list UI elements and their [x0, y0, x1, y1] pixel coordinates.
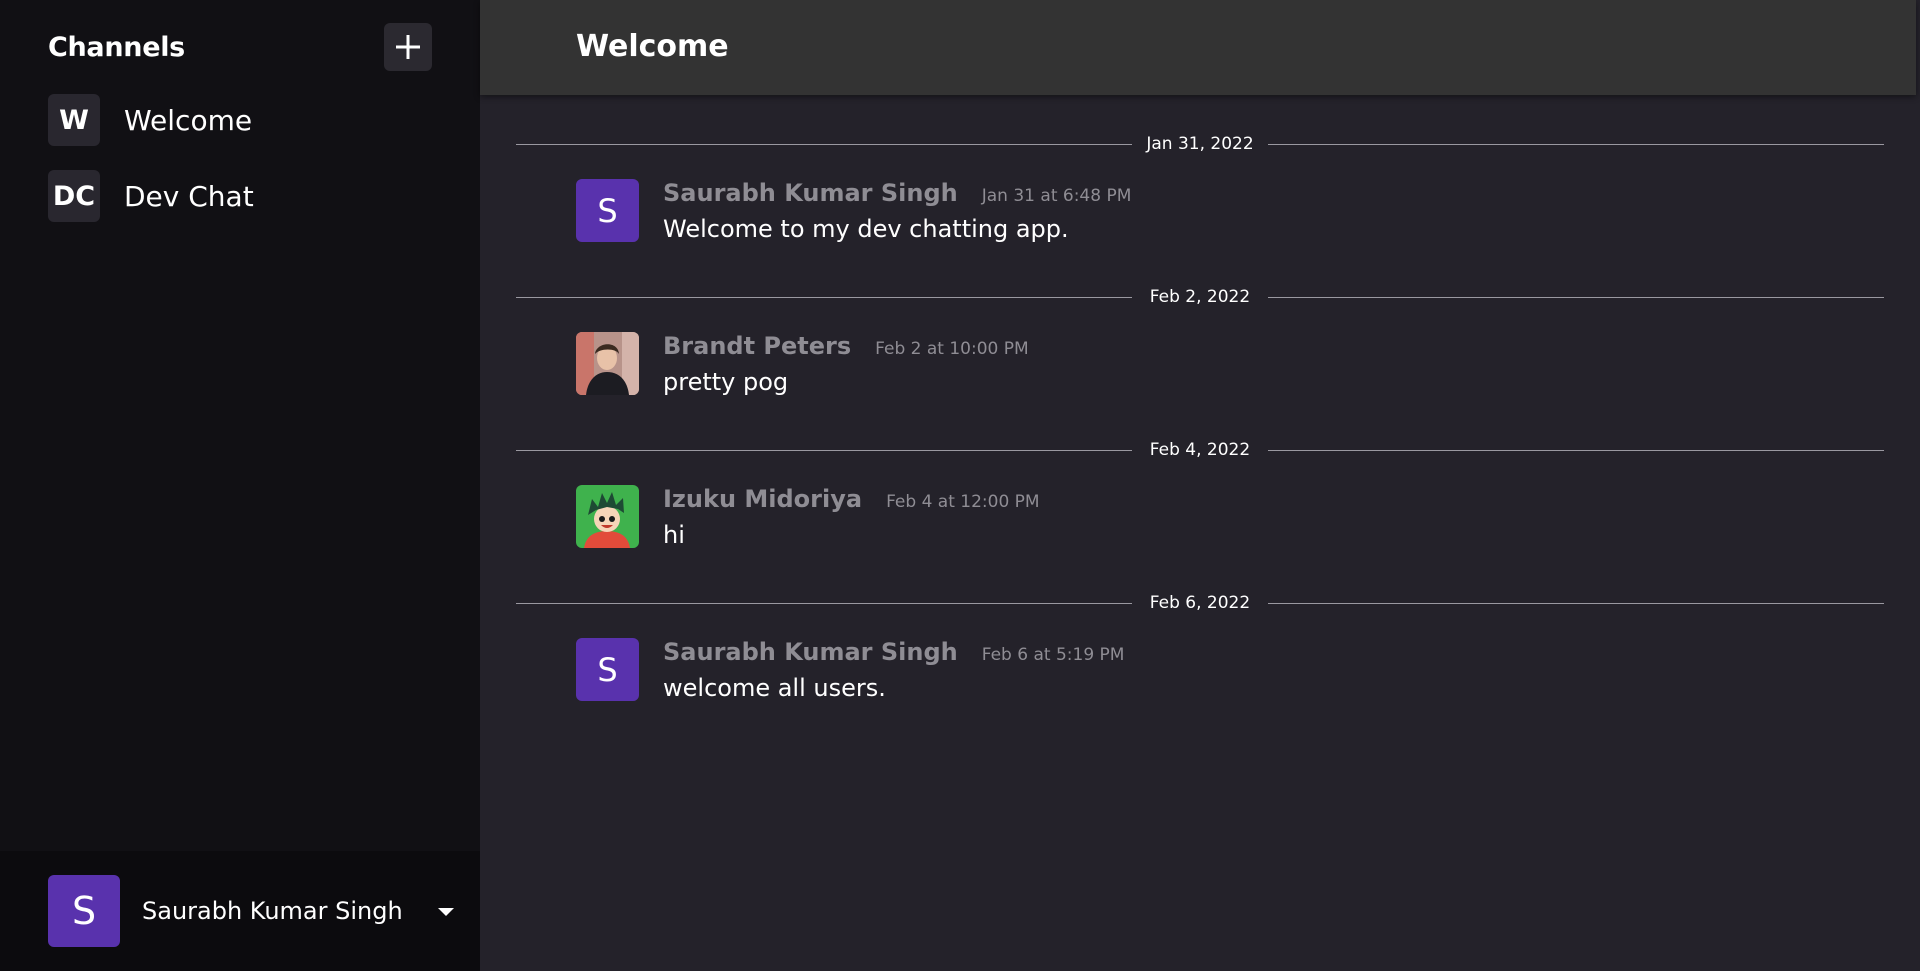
message-body: Izuku Midoriya Feb 4 at 12:00 PM hi [663, 485, 1040, 579]
channel-header: Welcome [480, 0, 1916, 95]
date-label: Jan 31, 2022 [1146, 134, 1254, 154]
message-item: Izuku Midoriya Feb 4 at 12:00 PM hi [516, 474, 1884, 579]
channel-list: W Welcome DC Dev Chat [48, 94, 432, 246]
caret-down-icon[interactable] [437, 902, 455, 921]
message-timestamp: Feb 2 at 10:00 PM [875, 339, 1029, 359]
date-divider: Jan 31, 2022 [516, 120, 1884, 168]
sidebar-header: Channels [48, 22, 432, 72]
channel-name: Welcome [124, 103, 253, 137]
message-author[interactable]: Brandt Peters [663, 332, 851, 360]
divider-line [1268, 296, 1884, 298]
message-item: S Saurabh Kumar Singh Jan 31 at 6:48 PM … [516, 168, 1884, 273]
channel-badge: DC [48, 170, 100, 222]
channel-name: Dev Chat [124, 179, 254, 213]
message-header: Saurabh Kumar Singh Jan 31 at 6:48 PM [663, 179, 1131, 215]
avatar-photo[interactable] [576, 485, 639, 548]
user-name: Saurabh Kumar Singh [142, 897, 403, 925]
avatar[interactable]: S [576, 179, 639, 242]
avatar-photo[interactable] [576, 332, 639, 395]
date-divider: Feb 2, 2022 [516, 273, 1884, 321]
sidebar: Channels W Welcome DC Dev Chat S Saurabh… [0, 0, 480, 971]
divider-line [1268, 449, 1884, 451]
divider-line [1268, 143, 1884, 145]
message-author[interactable]: Saurabh Kumar Singh [663, 179, 958, 207]
channel-item-dev-chat[interactable]: DC Dev Chat [48, 170, 432, 222]
message-body: Saurabh Kumar Singh Feb 6 at 5:19 PM wel… [663, 638, 1124, 732]
sidebar-title: Channels [48, 31, 185, 63]
date-label: Feb 2, 2022 [1149, 287, 1251, 307]
current-user-bar: S Saurabh Kumar Singh [0, 851, 480, 971]
date-divider: Feb 6, 2022 [516, 579, 1884, 627]
message-text: hi [663, 521, 685, 549]
message-text: welcome all users. [663, 674, 886, 702]
divider-line [516, 449, 1132, 451]
message-header: Izuku Midoriya Feb 4 at 12:00 PM [663, 485, 1040, 521]
divider-line [516, 143, 1132, 145]
chat-main: Welcome Jan 31, 2022 S Saurabh Kumar Sin… [480, 0, 1920, 971]
message-author[interactable]: Saurabh Kumar Singh [663, 638, 958, 666]
message-author[interactable]: Izuku Midoriya [663, 485, 862, 513]
date-label: Feb 4, 2022 [1149, 440, 1251, 460]
message-text: pretty pog [663, 368, 789, 396]
message-item: S Saurabh Kumar Singh Feb 6 at 5:19 PM w… [516, 627, 1884, 732]
plus-icon [396, 35, 420, 59]
message-timestamp: Feb 6 at 5:19 PM [981, 645, 1125, 665]
message-header: Saurabh Kumar Singh Feb 6 at 5:19 PM [663, 638, 1124, 674]
message-body: Saurabh Kumar Singh Jan 31 at 6:48 PM We… [663, 179, 1131, 273]
channel-title: Welcome [576, 29, 729, 64]
divider-line [516, 296, 1132, 298]
divider-line [1268, 602, 1884, 604]
add-channel-button[interactable] [384, 23, 432, 71]
message-timestamp: Jan 31 at 6:48 PM [981, 186, 1132, 206]
message-list: Jan 31, 2022 S Saurabh Kumar Singh Jan 3… [516, 120, 1884, 732]
message-item: Brandt Peters Feb 2 at 10:00 PM pretty p… [516, 321, 1884, 426]
message-body: Brandt Peters Feb 2 at 10:00 PM pretty p… [663, 332, 1029, 426]
message-timestamp: Feb 4 at 12:00 PM [886, 492, 1040, 512]
message-text: Welcome to my dev chatting app. [663, 215, 1069, 243]
channel-badge: W [48, 94, 100, 146]
date-label: Feb 6, 2022 [1149, 593, 1251, 613]
app-window: Channels W Welcome DC Dev Chat S Saurabh… [0, 0, 1920, 971]
user-avatar[interactable]: S [48, 875, 120, 947]
date-divider: Feb 4, 2022 [516, 426, 1884, 474]
message-header: Brandt Peters Feb 2 at 10:00 PM [663, 332, 1029, 368]
channel-item-welcome[interactable]: W Welcome [48, 94, 432, 146]
divider-line [516, 602, 1132, 604]
avatar[interactable]: S [576, 638, 639, 701]
